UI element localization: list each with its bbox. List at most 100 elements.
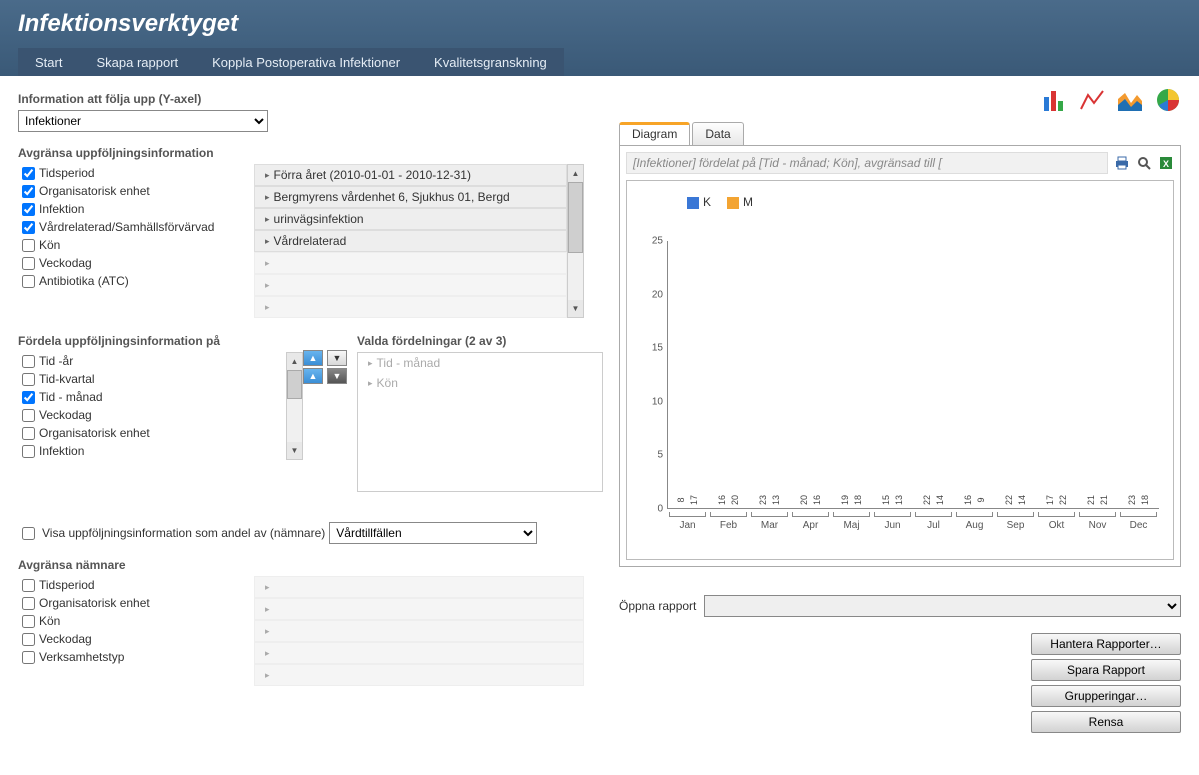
val-orgenhet[interactable]: ▸Bergmyrens vårdenhet 6, Sjukhus 01, Ber… [254, 186, 567, 208]
scroll-down-icon[interactable]: ▼ [287, 442, 302, 459]
scroll-down-icon[interactable]: ▼ [568, 300, 583, 317]
chart-panel: [Infektioner] fördelat på [Tid - månad; … [619, 145, 1181, 567]
move-up-button[interactable]: ▲ [303, 350, 323, 366]
val-tidsperiod[interactable]: ▸Förra året (2010-01-01 - 2010-12-31) [254, 164, 567, 186]
andel-select[interactable]: Vårdtillfällen [329, 522, 537, 544]
tab-data[interactable]: Data [692, 122, 743, 145]
lbl-veckodag: Veckodag [39, 256, 92, 270]
move-down-button[interactable]: ▼ [327, 350, 347, 366]
scroll-up-icon[interactable]: ▲ [287, 353, 302, 370]
val-infektion[interactable]: ▸urinvägsinfektion [254, 208, 567, 230]
selected-tid-manad[interactable]: ▸Tid - månad [358, 353, 602, 373]
filter-value-list: ▸Förra året (2010-01-01 - 2010-12-31) ▸B… [254, 164, 567, 318]
chk-andel[interactable] [22, 527, 35, 540]
chk-antibiotika[interactable] [22, 275, 35, 288]
val-n-4[interactable]: ▸ [254, 664, 584, 686]
chk-tidsperiod[interactable] [22, 167, 35, 180]
bar-value-label: 16 [717, 495, 727, 505]
clear-button[interactable]: Rensa [1031, 711, 1181, 733]
val-n-2[interactable]: ▸ [254, 620, 584, 642]
val-n-3[interactable]: ▸ [254, 642, 584, 664]
caret-icon: ▸ [368, 358, 373, 369]
save-report-button[interactable]: Spara Rapport [1031, 659, 1181, 681]
move-up-button-2[interactable]: ▲ [303, 368, 323, 384]
lbl-antibiotika: Antibiotika (ATC) [39, 274, 129, 288]
caret-icon: ▸ [265, 604, 270, 615]
chk-vardrelaterad[interactable] [22, 221, 35, 234]
month-bracket [669, 512, 706, 517]
month-label: Maj [831, 520, 872, 531]
open-report-select[interactable] [704, 595, 1181, 617]
distrib-scrollbar[interactable]: ▲ ▼ [286, 352, 303, 460]
chart-type-pie-icon[interactable] [1155, 87, 1181, 116]
chk-veckodag2[interactable] [22, 409, 35, 422]
val-kon[interactable]: ▸ [254, 252, 567, 274]
selected-kon[interactable]: ▸Kön [358, 373, 602, 393]
scroll-thumb[interactable] [287, 370, 302, 399]
bar-chart: K M 0510152025 817Jan1620Feb2313Mar2016A… [626, 180, 1174, 560]
chk-n-tidsperiod[interactable] [22, 579, 35, 592]
chk-n-kon[interactable] [22, 615, 35, 628]
filter-scrollbar[interactable]: ▲ ▼ [567, 164, 584, 318]
chk-tid-ar[interactable] [22, 355, 35, 368]
val-n-0[interactable]: ▸ [254, 576, 584, 598]
yaxis-select[interactable]: Infektioner [18, 110, 268, 132]
lbl-infektion: Infektion [39, 202, 84, 216]
manage-reports-button[interactable]: Hantera Rapporter… [1031, 633, 1181, 655]
lbl-tidsperiod: Tidsperiod [39, 166, 95, 180]
chk-tid-manad[interactable] [22, 391, 35, 404]
lbl-vardrelaterad: Vårdrelaterad/Samhällsförvärvad [39, 220, 214, 234]
chart-type-line-icon[interactable] [1079, 87, 1105, 116]
month-label: Jun [872, 520, 913, 531]
lbl-orgenhet: Organisatorisk enhet [39, 184, 150, 198]
chk-n-verksamhetstyp[interactable] [22, 651, 35, 664]
scroll-up-icon[interactable]: ▲ [568, 165, 583, 182]
chart-type-bar-icon[interactable] [1041, 87, 1067, 116]
chk-n-veckodag[interactable] [22, 633, 35, 646]
lbl-tid-ar: Tid -år [39, 354, 73, 368]
tab-start[interactable]: Start [18, 48, 79, 76]
chk-orgenhet[interactable] [22, 185, 35, 198]
bar-value-label: 14 [1017, 495, 1027, 505]
month-bracket [792, 512, 829, 517]
val-antibiotika[interactable]: ▸ [254, 296, 567, 318]
month-bracket [833, 512, 870, 517]
tab-diagram[interactable]: Diagram [619, 122, 690, 145]
chart-type-area-icon[interactable] [1117, 87, 1143, 116]
chk-orgenhet2[interactable] [22, 427, 35, 440]
export-excel-icon[interactable]: X [1158, 155, 1174, 171]
month-label: Sep [995, 520, 1036, 531]
chk-veckodag[interactable] [22, 257, 35, 270]
bar-value-label: 14 [935, 495, 945, 505]
bar-value-label: 13 [894, 495, 904, 505]
chk-infektion2[interactable] [22, 445, 35, 458]
chk-n-orgenhet[interactable] [22, 597, 35, 610]
bar-value-label: 20 [730, 495, 740, 505]
zoom-icon[interactable] [1136, 155, 1152, 171]
chk-tid-kvartal[interactable] [22, 373, 35, 386]
tab-koppla[interactable]: Koppla Postoperativa Infektioner [195, 48, 417, 76]
y-tick: 5 [657, 450, 663, 461]
month-bracket [710, 512, 747, 517]
move-down-button-2[interactable]: ▼ [327, 368, 347, 384]
lbl-tid-manad: Tid - månad [39, 390, 103, 404]
chk-kon[interactable] [22, 239, 35, 252]
filters-title: Avgränsa uppföljningsinformation [18, 146, 603, 160]
val-vardrelaterad[interactable]: ▸Vårdrelaterad [254, 230, 567, 252]
print-icon[interactable] [1114, 155, 1130, 171]
caret-icon: ▸ [265, 214, 270, 225]
yaxis-label: Information att följa upp (Y-axel) [18, 92, 603, 106]
bar-value-label: 23 [758, 495, 768, 505]
y-tick: 20 [652, 289, 663, 300]
bar-value-label: 9 [976, 497, 986, 502]
bar-value-label: 23 [1127, 495, 1137, 505]
tab-skapa-rapport[interactable]: Skapa rapport [79, 48, 195, 76]
scroll-thumb[interactable] [568, 182, 583, 253]
chk-infektion[interactable] [22, 203, 35, 216]
groupings-button[interactable]: Grupperingar… [1031, 685, 1181, 707]
val-n-1[interactable]: ▸ [254, 598, 584, 620]
month-label: Okt [1036, 520, 1077, 531]
val-veckodag[interactable]: ▸ [254, 274, 567, 296]
tab-kvalitet[interactable]: Kvalitetsgranskning [417, 48, 564, 76]
caret-icon: ▸ [265, 626, 270, 637]
